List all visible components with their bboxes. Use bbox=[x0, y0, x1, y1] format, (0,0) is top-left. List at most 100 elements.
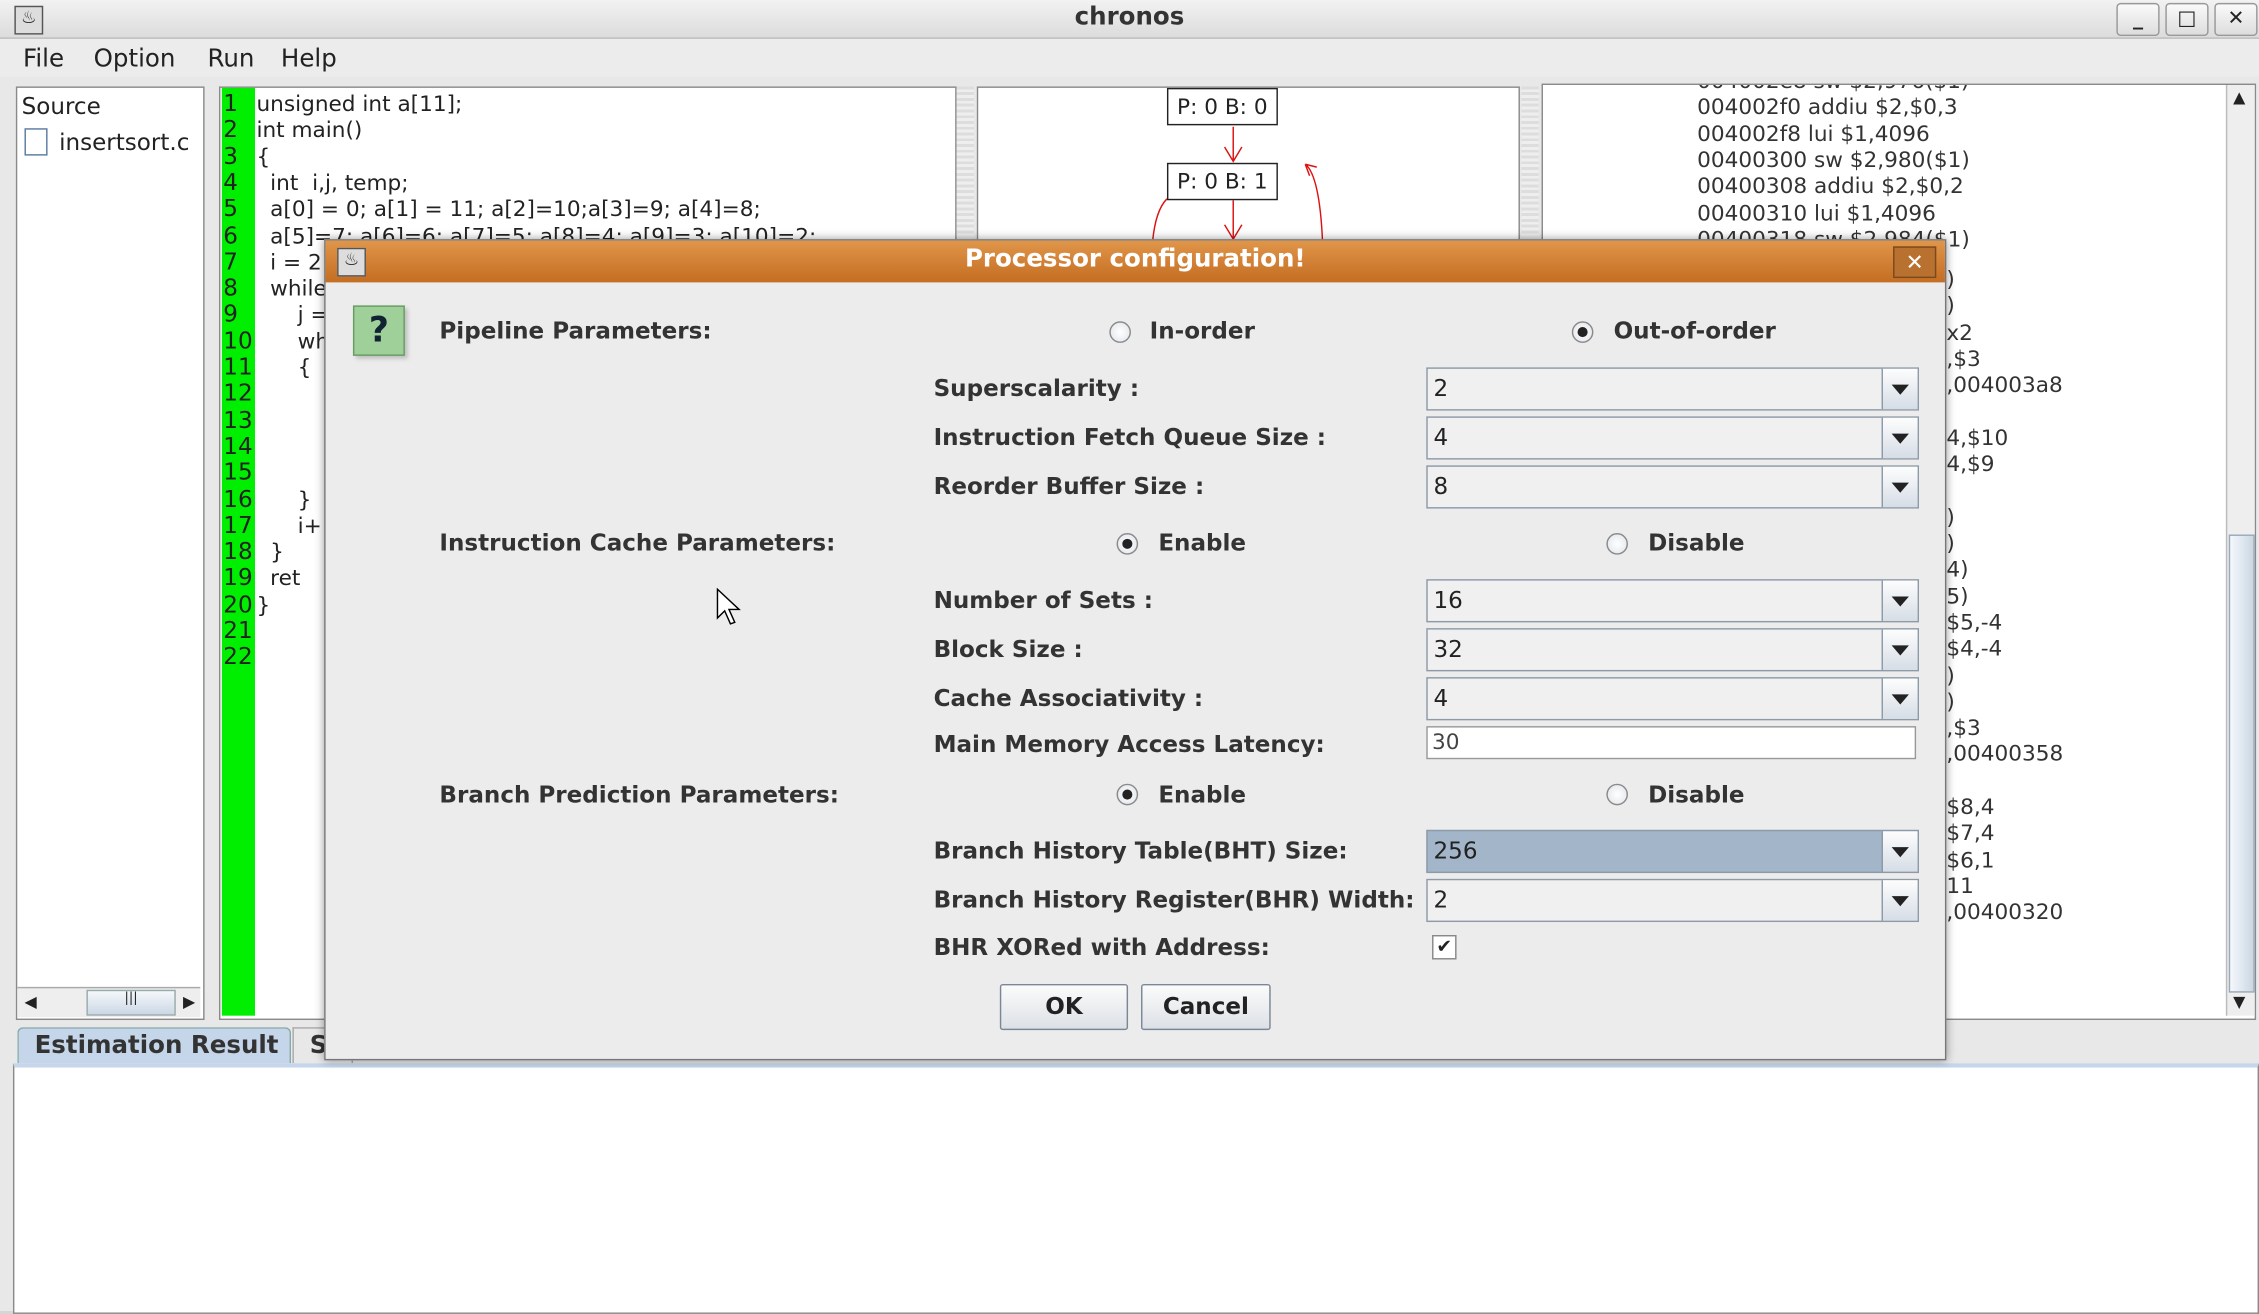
bhr-width-select[interactable]: 2 bbox=[1426, 878, 1919, 923]
chevron-down-icon bbox=[1881, 368, 1918, 410]
scroll-thumb[interactable] bbox=[2228, 534, 2255, 993]
radio-branch-enable-label[interactable]: Enable bbox=[1158, 781, 1246, 808]
assembly-line-fragment: ) bbox=[1946, 503, 1955, 530]
assembly-line-fragment: 4,$9 bbox=[1946, 451, 1995, 478]
code-line: 7 i = 2 bbox=[223, 248, 321, 275]
chevron-down-icon bbox=[1881, 417, 1918, 459]
estimation-result-panel bbox=[12, 1063, 2259, 1314]
line-number: 10 bbox=[223, 326, 253, 354]
tab-estimation-result[interactable]: Estimation Result bbox=[17, 1027, 292, 1065]
radio-icache-enable[interactable] bbox=[1116, 533, 1139, 555]
code-line: 1 unsigned int a[11]; bbox=[223, 89, 462, 116]
assembly-line-fragment: ) bbox=[1946, 661, 1955, 688]
line-number: 5 bbox=[223, 194, 238, 223]
rob-size-select[interactable]: 8 bbox=[1426, 465, 1919, 509]
ok-button[interactable]: OK bbox=[999, 983, 1129, 1031]
splitter-handle[interactable] bbox=[956, 86, 974, 237]
mem-latency-input[interactable]: 30 bbox=[1426, 726, 1917, 760]
menu-file[interactable]: File bbox=[23, 45, 64, 74]
radio-in-order-label[interactable]: In-order bbox=[1150, 317, 1255, 344]
cfg-edge bbox=[1151, 198, 1168, 243]
pipeline-section-label: Pipeline Parameters: bbox=[439, 316, 712, 345]
code-text: } bbox=[256, 486, 312, 513]
chevron-down-icon bbox=[1881, 580, 1918, 621]
code-text: int main() bbox=[256, 117, 363, 144]
window-title: chronos bbox=[1074, 2, 1185, 32]
cache-assoc-select[interactable]: 4 bbox=[1426, 677, 1919, 721]
menu-help[interactable]: Help bbox=[281, 45, 337, 74]
radio-in-order[interactable] bbox=[1109, 321, 1131, 343]
scroll-thumb[interactable]: ||| bbox=[86, 989, 176, 1016]
radio-icache-disable-label[interactable]: Disable bbox=[1648, 529, 1744, 556]
code-line: 20} bbox=[223, 590, 270, 617]
assembly-line-fragment: ) bbox=[1946, 530, 1955, 557]
close-window-button[interactable]: ✕ bbox=[2214, 2, 2258, 37]
cfg-node[interactable]: P: 0 B: 1 bbox=[1166, 162, 1278, 201]
assembly-line-fragment: ,$3 bbox=[1946, 345, 1981, 372]
code-line: 12 bbox=[223, 379, 256, 406]
bht-size-label: Branch History Table(BHT) Size: bbox=[933, 837, 1348, 865]
num-sets-select[interactable]: 16 bbox=[1426, 579, 1919, 623]
assembly-line-fragment: ) bbox=[1946, 292, 1955, 319]
code-text: j = bbox=[256, 301, 329, 328]
code-text: } bbox=[256, 591, 271, 618]
radio-out-of-order[interactable] bbox=[1571, 321, 1594, 343]
radio-icache-enable-label[interactable]: Enable bbox=[1158, 529, 1246, 556]
app-window: ♨ chronos _ □ ✕ File Option Run Help Sou… bbox=[0, 0, 2259, 1314]
chevron-down-icon bbox=[1881, 678, 1918, 719]
source-file-item[interactable]: insertsort.c bbox=[59, 128, 200, 155]
radio-branch-disable[interactable] bbox=[1606, 783, 1628, 806]
maximize-button[interactable]: □ bbox=[2165, 2, 2209, 37]
assembly-line-fragment: $7,4 bbox=[1946, 820, 1995, 847]
block-size-select[interactable]: 32 bbox=[1426, 628, 1919, 672]
dialog-close-button[interactable]: ✕ bbox=[1893, 246, 1937, 279]
superscalarity-select[interactable]: 2 bbox=[1426, 367, 1919, 411]
line-number: 22 bbox=[223, 642, 253, 671]
line-number: 9 bbox=[223, 300, 238, 328]
radio-branch-disable-label[interactable]: Disable bbox=[1648, 781, 1744, 808]
assembly-line-fragment: $6,1 bbox=[1946, 846, 1995, 873]
assembly-line: 00400300 sw $2,980($1) bbox=[1697, 146, 1970, 173]
processor-config-dialog: ♨ Processor configuration! ✕ ? Pipeline … bbox=[324, 239, 1947, 1061]
assembly-line-fragment: ,$3 bbox=[1946, 714, 1981, 741]
line-number: 18 bbox=[223, 537, 253, 565]
line-number: 7 bbox=[223, 247, 238, 275]
bht-size-select[interactable]: 256 bbox=[1426, 829, 1919, 874]
assembly-line-fragment: ) bbox=[1946, 688, 1955, 715]
line-number: 19 bbox=[223, 563, 253, 592]
splitter-handle[interactable] bbox=[1521, 86, 1539, 237]
source-tree-panel bbox=[15, 86, 205, 1021]
code-text: while bbox=[256, 275, 327, 302]
line-number: 3 bbox=[223, 142, 238, 170]
ifq-size-select[interactable]: 4 bbox=[1426, 416, 1919, 460]
line-number: 2 bbox=[223, 115, 238, 144]
block-size-label: Block Size : bbox=[933, 635, 1083, 663]
cancel-button[interactable]: Cancel bbox=[1141, 983, 1271, 1031]
menu-option[interactable]: Option bbox=[94, 45, 176, 74]
code-line: 16 } bbox=[223, 485, 311, 512]
cfg-node[interactable]: P: 0 B: 0 bbox=[1166, 87, 1278, 126]
code-line: 4 int i,j, temp; bbox=[223, 168, 408, 195]
code-line: 13 bbox=[223, 406, 256, 433]
num-sets-label: Number of Sets : bbox=[933, 586, 1153, 614]
horizontal-scrollbar[interactable]: ◀ ||| ▶ bbox=[17, 986, 201, 1018]
radio-branch-enable[interactable] bbox=[1116, 783, 1139, 806]
code-text: { bbox=[256, 354, 312, 381]
assembly-line: 004002f0 addiu $2,$0,3 bbox=[1697, 94, 1958, 121]
bhr-xor-checkbox[interactable]: ✔ bbox=[1432, 935, 1457, 960]
vertical-scrollbar[interactable]: ▲ ▼ bbox=[2225, 85, 2255, 1016]
code-line: 2 int main() bbox=[223, 116, 362, 143]
radio-out-of-order-label[interactable]: Out-of-order bbox=[1614, 317, 1776, 344]
assembly-line-fragment: $8,4 bbox=[1946, 793, 1995, 820]
mouse-cursor-icon bbox=[716, 587, 741, 625]
radio-icache-disable[interactable] bbox=[1606, 533, 1628, 555]
menu-run[interactable]: Run bbox=[207, 45, 254, 74]
code-text: a[0] = 0; a[1] = 11; a[2]=10;a[3]=9; a[4… bbox=[256, 196, 761, 223]
minimize-button[interactable]: _ bbox=[2116, 2, 2160, 37]
code-line: 11 { bbox=[223, 353, 311, 380]
source-tree-header: Source bbox=[21, 92, 101, 120]
line-number: 15 bbox=[223, 458, 253, 486]
bhr-width-label: Branch History Register(BHR) Width: bbox=[933, 886, 1415, 914]
chevron-down-icon bbox=[1881, 629, 1918, 670]
chevron-down-icon bbox=[1881, 466, 1918, 508]
